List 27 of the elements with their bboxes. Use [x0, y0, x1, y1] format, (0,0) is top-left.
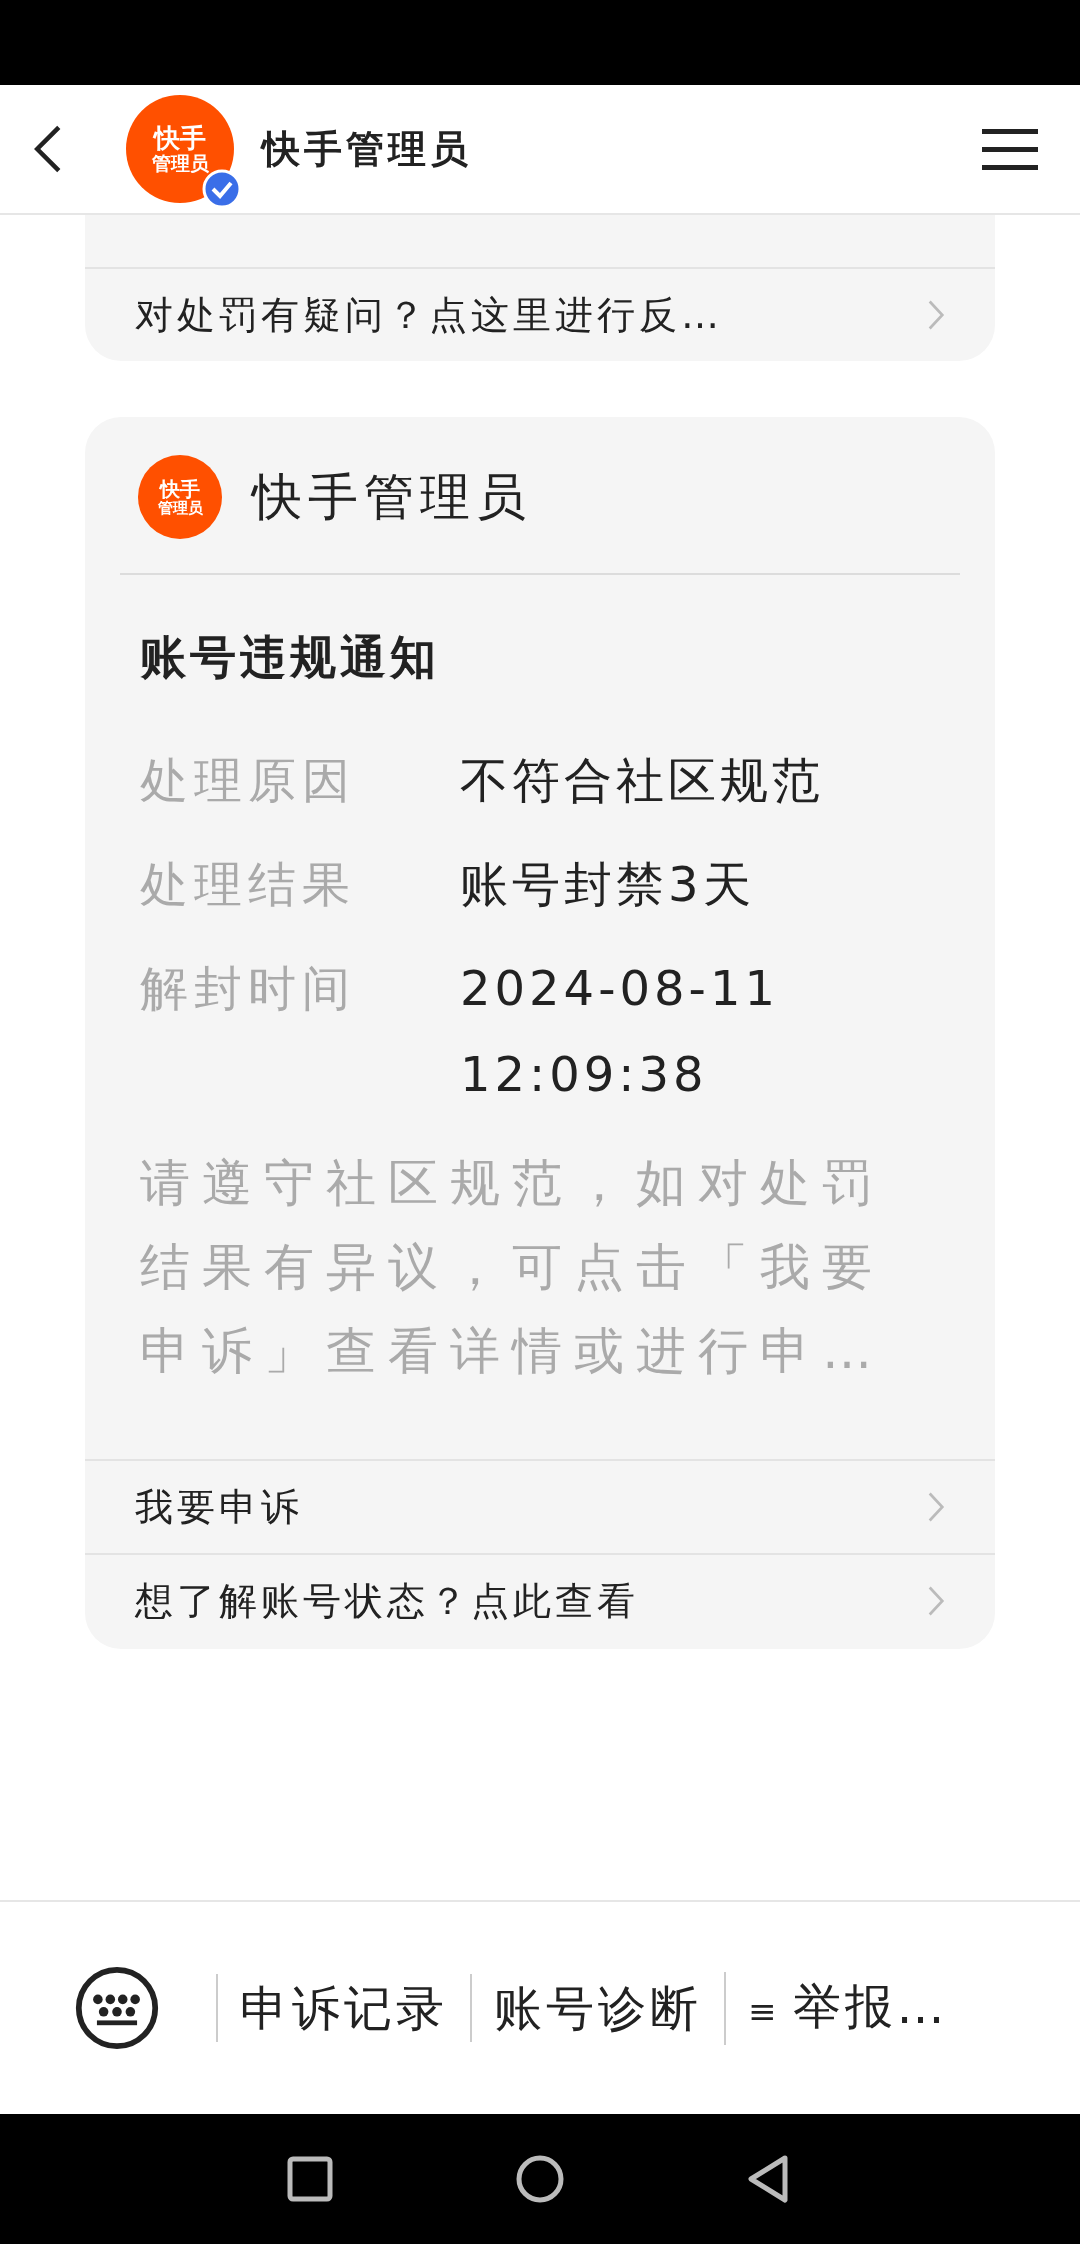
menu-tab[interactable]: 账号诊断 — [470, 1974, 724, 2042]
feedback-link[interactable]: 对处罚有疑问？点这里进行反… — [85, 269, 995, 361]
avatar-text: 快手 — [160, 477, 200, 500]
menu-tab[interactable]: 申诉记录 — [216, 1974, 470, 2042]
recents-icon[interactable] — [285, 2154, 335, 2204]
notice-title: 账号违规通知 — [140, 629, 441, 686]
sender-name: 快手管理员 — [252, 466, 532, 528]
detail-value: 不符合社区规范 — [460, 751, 825, 810]
detail-value: 账号封禁3天 — [460, 855, 756, 914]
link-row[interactable]: 我要申诉 — [85, 1459, 995, 1553]
detail-label: 解封时间 — [140, 959, 357, 1018]
avatar-text: 管理员 — [157, 499, 203, 517]
detail-label: 处理结果 — [140, 855, 357, 914]
chevron-icon — [927, 1490, 945, 1524]
detail-value: 2024-08-11 12:09:38 — [460, 959, 780, 1104]
home-icon[interactable] — [515, 2154, 565, 2204]
notice-message: 请遵守社区规范，如对处罚结果有异议，可点击「我要申诉」查看详情或进行申… — [140, 1153, 885, 1382]
menu-tab[interactable]: ≡ 举报… — [724, 1971, 971, 2045]
menu-icon[interactable] — [982, 127, 1038, 171]
chevron-icon — [927, 298, 945, 332]
chevron-icon — [927, 1584, 945, 1618]
link-row[interactable]: 想了解账号状态？点此查看 — [85, 1553, 995, 1647]
detail-label: 处理原因 — [140, 751, 357, 810]
chat-title: 快手管理员 — [262, 125, 473, 173]
avatar-text: 快手 — [154, 124, 206, 153]
keyboard-icon[interactable] — [74, 1965, 160, 2051]
avatar-text: 管理员 — [151, 152, 209, 174]
